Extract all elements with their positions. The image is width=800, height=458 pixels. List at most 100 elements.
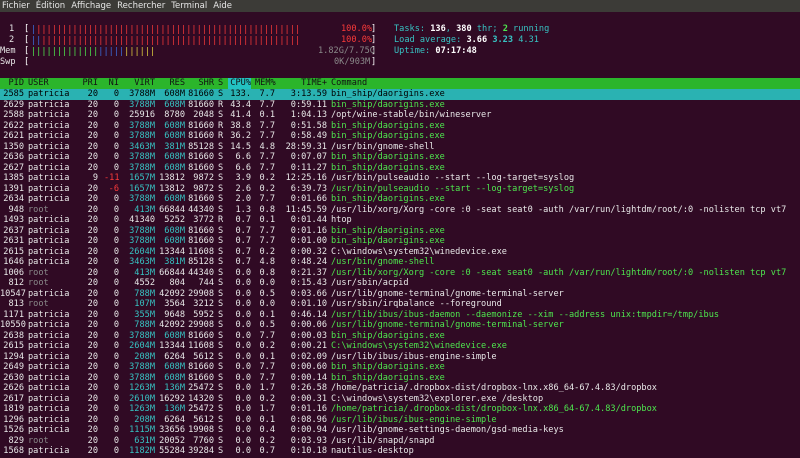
cell-s: S bbox=[218, 141, 224, 152]
column-header-virt[interactable]: VIRT bbox=[124, 78, 155, 89]
cell-virt: 788M bbox=[134, 288, 155, 299]
cell-cmd: bin_ship/daorigins.exe bbox=[331, 89, 445, 99]
cell-s: S bbox=[218, 383, 224, 393]
cpu2-label: 2 bbox=[9, 35, 15, 45]
table-row[interactable]: 829 root 20 0 631M 20052 7760 S 0.0 0.2 0:03.93/us… bbox=[0, 436, 800, 447]
column-header-pid[interactable]: PID bbox=[0, 78, 24, 89]
table-row[interactable]: 1646 patricia 20 0 3463M 381M 85128 S 0.7 4.8 0:48… bbox=[0, 257, 800, 268]
column-header-s[interactable]: S bbox=[218, 78, 224, 89]
column-header-time[interactable]: TIME+ bbox=[281, 78, 327, 89]
cell-res: 608M bbox=[164, 99, 185, 110]
cell-shr: 81660 bbox=[188, 194, 214, 204]
cell-time: 0:07.07 bbox=[290, 152, 327, 162]
table-row[interactable]: 2627 patricia 20 0 3788M 608M 81660 S 6.6 7.7 0:11… bbox=[0, 163, 800, 174]
cell-user: patricia bbox=[28, 341, 70, 351]
table-row[interactable]: 2634 patricia 20 0 3788M 608M 81660 S 2.0 7.7 0:01… bbox=[0, 194, 800, 205]
menu-item-5[interactable]: Aide bbox=[211, 1, 236, 11]
table-row[interactable]: 812 root 20 0 4552 804 744 S 0.0 0.0 0:15.43/usr/s… bbox=[0, 278, 800, 289]
cell-pid: 1385 bbox=[3, 173, 24, 183]
table-row[interactable]: 2649 patricia 20 0 3788M 608M 81660 S 0.0 7.7 0:00… bbox=[0, 362, 800, 373]
menu-item-4[interactable]: Terminal bbox=[169, 1, 211, 11]
table-row[interactable]: 2617 patricia 20 0 2610M 16292 14320 S 0.0 0.2 0:0… bbox=[0, 394, 800, 405]
cell-virt: 25916 bbox=[129, 110, 155, 120]
cell-cmd: bin_ship/daorigins.exe bbox=[331, 194, 445, 204]
column-header-user[interactable]: USER bbox=[28, 78, 84, 89]
cell-s: S bbox=[218, 110, 224, 120]
table-row[interactable]: 2637 patricia 20 0 3788M 608M 81660 S 0.7 7.7 0:01… bbox=[0, 226, 800, 237]
cell-res: 13812 bbox=[159, 173, 185, 183]
table-row[interactable]: 1350 patricia 20 0 3463M 381M 85128 S 14.5 4.8 28:… bbox=[0, 142, 800, 153]
cell-time: 6:39.73 bbox=[290, 183, 327, 194]
process-table-header[interactable]: PID USER PRI NI VIRT RES SHR S CPU% MEM% TIME+ Comm… bbox=[0, 78, 800, 89]
table-row[interactable]: 2626 patricia 20 0 1263M 136M 25472 S 0.0 1.7 0:26… bbox=[0, 383, 800, 394]
cell-virt: 355M bbox=[134, 309, 155, 320]
menu-item-3[interactable]: Rechercher bbox=[115, 1, 169, 11]
cell-res: 804 bbox=[169, 278, 185, 288]
table-row[interactable]: 1526 patricia 20 0 1115M 33656 19908 S 0.0 0.4 0:0… bbox=[0, 425, 800, 436]
table-row[interactable]: 2622 patricia 20 0 3788M 608M 81660 R 38.8 7.7 0:5… bbox=[0, 121, 800, 132]
cell-s: S bbox=[218, 362, 224, 372]
table-row[interactable]: 2636 patricia 20 0 3788M 608M 81660 S 6.6 7.7 0:07… bbox=[0, 152, 800, 163]
table-row[interactable]: 10550 patricia 20 0 788M 42092 29908 S 0.0 0.5 0:0… bbox=[0, 320, 800, 331]
cell-pid: 2585 bbox=[3, 89, 24, 99]
table-row[interactable]: 1296 patricia 20 0 208M 6264 5612 S 0.0 0.1 0:08.9… bbox=[0, 415, 800, 426]
table-row[interactable]: 2631 patricia 20 0 3788M 608M 81660 S 0.7 7.7 0:01… bbox=[0, 236, 800, 247]
cell-user: patricia bbox=[28, 446, 70, 456]
table-row[interactable]: 1568 patricia 20 0 1182M 55284 39284 S 0.0 0.7 0:1… bbox=[0, 446, 800, 457]
cell-ni: 0 bbox=[113, 288, 119, 299]
table-row[interactable]: 1385 patricia 9 -11 1657M 13812 9872 S 3.9 0.2 12:… bbox=[0, 173, 800, 184]
table-row[interactable]: 2588 patricia 20 0 25916 8780 2048 S 41.4 0.1 1:04… bbox=[0, 110, 800, 121]
table-row[interactable]: 2629 patricia 20 0 3788M 608M 81660 R 43.4 7.7 0:5… bbox=[0, 100, 800, 111]
cell-mem: 0.0 bbox=[259, 299, 275, 309]
column-header-cmd[interactable]: Command bbox=[331, 78, 800, 89]
cell-user: patricia bbox=[28, 120, 70, 131]
column-header-mem[interactable]: MEM% bbox=[255, 78, 276, 89]
cell-cpu: 2.6 bbox=[235, 183, 251, 194]
cell-virt: 1182M bbox=[129, 446, 155, 456]
column-header-pri[interactable]: PRI bbox=[82, 78, 98, 89]
cell-cmd: /home/patricia/.dropbox-dist/dropbox-lnx… bbox=[331, 383, 657, 393]
column-header-cpu[interactable]: CPU% bbox=[228, 78, 251, 89]
table-row[interactable]: 2615 patricia 20 0 2604M 13344 11608 S 0.0 0.2 0:0… bbox=[0, 341, 800, 352]
cell-mem: 0.8 bbox=[259, 267, 275, 278]
table-row[interactable]: 2630 patricia 20 0 3788M 608M 81660 S 0.0 7.7 0:00… bbox=[0, 373, 800, 384]
cell-pri: 20 bbox=[87, 131, 98, 141]
cell-mem: 7.7 bbox=[259, 225, 275, 236]
cell-res: 608M bbox=[164, 162, 185, 173]
cell-shr: 5612 bbox=[193, 351, 214, 362]
table-row-selected[interactable]: 2585 patricia 20 0 3788M 608M 81660 S 133. 7.7 3:1… bbox=[0, 89, 800, 100]
cell-ni: 0 bbox=[113, 330, 119, 341]
table-row[interactable]: 948 root 20 0 413M 66844 44340 S 1.3 0.8 11:45.59 /… bbox=[0, 205, 800, 216]
cell-ni: 0 bbox=[113, 162, 119, 173]
table-row[interactable]: 813 root 20 0 107M 3564 3212 S 0.0 0.0 0:01.10/usr… bbox=[0, 299, 800, 310]
table-row[interactable]: 10547 patricia 20 0 788M 42092 29908 S 0.0 0.5 0:0… bbox=[0, 289, 800, 300]
table-row[interactable]: 1171 patricia 20 0 355M 9648 5952 S 0.0 0.1 0:46.1… bbox=[0, 310, 800, 321]
menu-item-2[interactable]: Affichage bbox=[69, 1, 115, 11]
cell-shr: 5952 bbox=[193, 309, 214, 320]
cell-user: patricia bbox=[28, 288, 70, 299]
cell-cpu: 0.7 bbox=[235, 257, 251, 267]
table-row[interactable]: 2638 patricia 20 0 3788M 608M 81660 S 0.0 7.7 0:00… bbox=[0, 331, 800, 342]
cell-user: patricia bbox=[28, 372, 70, 383]
table-row[interactable]: 1006 root 20 0 413M 66844 44340 S 0.0 0.8 0:21.37 /… bbox=[0, 268, 800, 279]
cell-cmd: /usr/lib/gnome-terminal/gnome-terminal-s… bbox=[331, 320, 564, 330]
cell-s: S bbox=[218, 162, 224, 173]
table-row[interactable]: 2615 patricia 20 0 2604M 13344 11608 S 0.7 0.2 0:0… bbox=[0, 247, 800, 258]
cell-cmd: /usr/lib/snapd/snapd bbox=[331, 435, 435, 446]
terminal-area[interactable]: 1 [ ||||||||||||||||||||||||||||||||||||… bbox=[0, 12, 800, 458]
column-header-ni[interactable]: NI bbox=[104, 78, 119, 89]
table-row[interactable]: 2621 patricia 20 0 3788M 608M 81660 R 36.2 7.7 0:5… bbox=[0, 131, 800, 142]
table-row[interactable]: 1493 patricia 20 0 41340 5252 3772 R 0.7 0.1 0:01.… bbox=[0, 215, 800, 226]
column-header-shr[interactable]: SHR bbox=[188, 78, 214, 89]
menu-item-0[interactable]: Fichier bbox=[0, 1, 34, 11]
cell-time: 1:04.13 bbox=[290, 110, 327, 120]
cell-cpu: 0.0 bbox=[235, 330, 251, 341]
cell-time: 0:58.49 bbox=[290, 131, 327, 141]
cell-time: 0:03.66 bbox=[290, 288, 327, 299]
table-row[interactable]: 1294 patricia 20 0 208M 6264 5612 S 0.0 0.1 0:02.0… bbox=[0, 352, 800, 363]
cell-time: 0:46.14 bbox=[290, 309, 327, 320]
column-header-res[interactable]: RES bbox=[158, 78, 185, 89]
table-row[interactable]: 1391 patricia 20 -6 1657M 13812 9872 S 2.6 0.2 6:3… bbox=[0, 184, 800, 195]
menu-item-1[interactable]: Édition bbox=[34, 1, 69, 11]
table-row[interactable]: 1819 patricia 20 0 1263M 136M 25472 S 0.0 1.7 0:01… bbox=[0, 404, 800, 415]
